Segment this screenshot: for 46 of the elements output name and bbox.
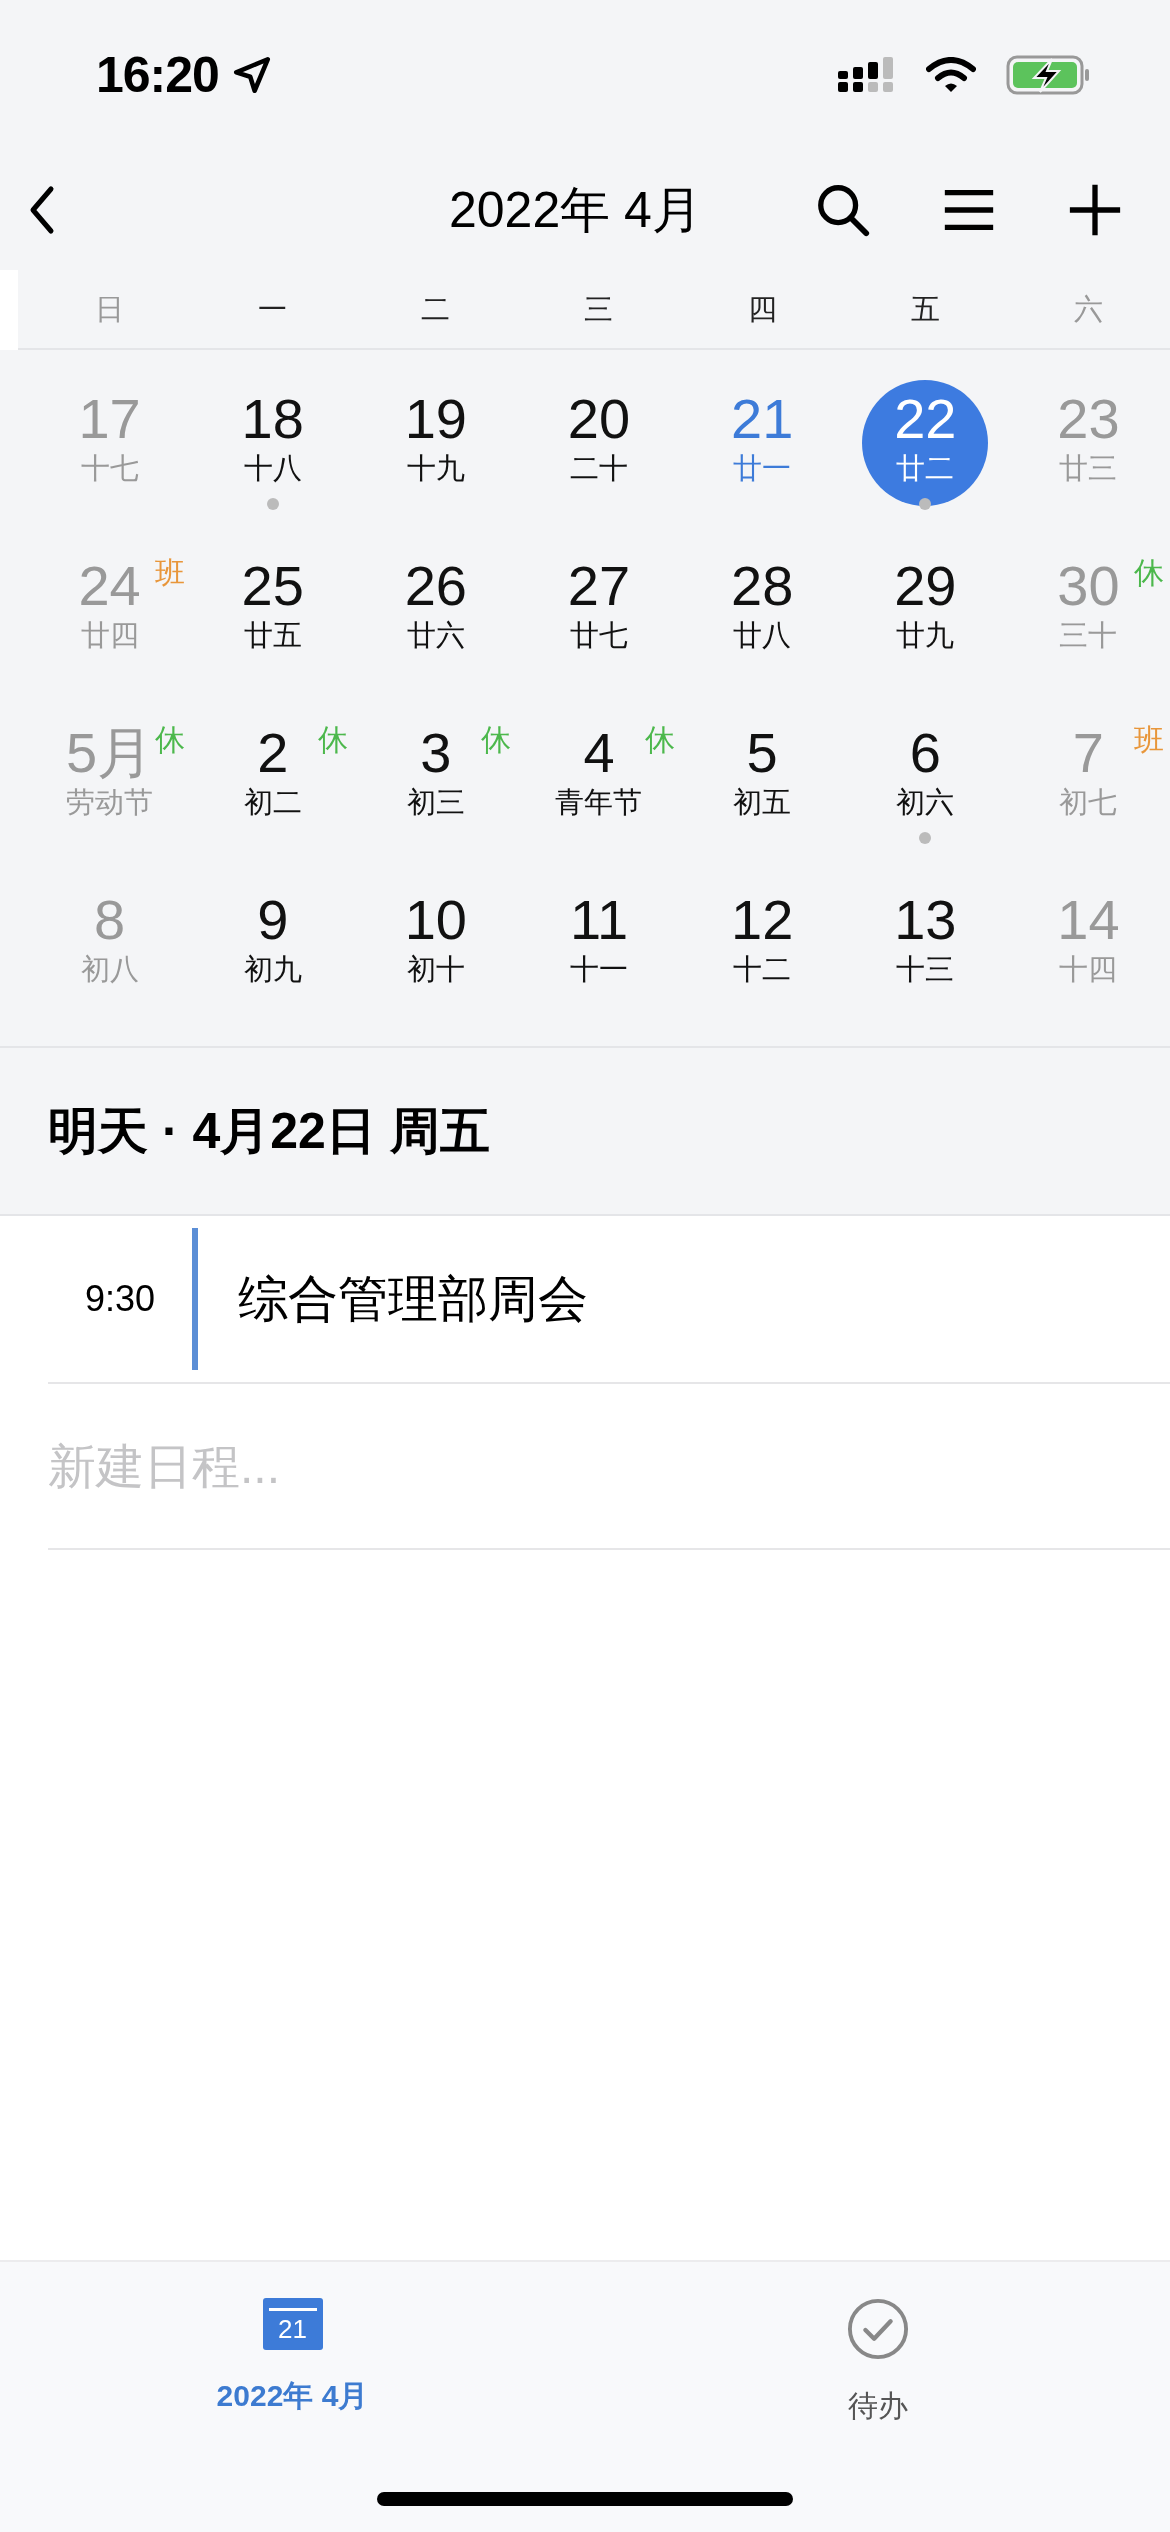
status-time: 16:20 [96, 46, 219, 104]
holiday-tag: 班 [155, 553, 186, 594]
holiday-tag: 休 [481, 720, 512, 761]
calendar-day[interactable]: 19 十九 [354, 358, 518, 525]
calendar-day[interactable]: 25 廿五 [191, 525, 355, 692]
calendar-day[interactable]: 2 初二 休 [191, 692, 355, 859]
calendar-day[interactable]: 18 十八 [191, 358, 355, 525]
holiday-tag: 班 [1134, 720, 1164, 761]
holiday-tag: 休 [644, 720, 675, 761]
calendar-day[interactable]: 4 青年节 休 [517, 692, 681, 859]
calendar-day[interactable]: 13 十三 [843, 859, 1007, 1026]
weekday-label: 四 [746, 292, 778, 327]
calendar-day[interactable]: 22 廿二 [843, 358, 1007, 525]
wifi-icon [926, 57, 976, 93]
holiday-tag: 休 [318, 720, 349, 761]
check-circle-icon [846, 2298, 909, 2360]
calendar-day[interactable]: 3 初三 休 [354, 692, 518, 859]
holiday-tag: 休 [155, 720, 186, 761]
month-title: 2022年 4月 [449, 180, 702, 240]
signal-icon [838, 57, 894, 93]
calendar-day[interactable]: 21 廿一 [680, 358, 844, 525]
calendar-day[interactable]: 26 廿六 [354, 525, 518, 692]
calendar-day[interactable]: 20 二十 [517, 358, 681, 525]
event-title: 综合管理部周会 [238, 1269, 588, 1329]
weekday-label: 六 [1072, 292, 1104, 327]
calendar-day[interactable]: 9 初九 [191, 859, 355, 1026]
weekday-label: 日 [94, 292, 126, 327]
date-heading: 明天 · 4月22日 周五 [48, 1101, 490, 1161]
tab[interactable]: 21 2022年 4月 [0, 2298, 585, 2417]
calendar-day[interactable]: 28 廿八 [680, 525, 844, 692]
weekday-label: 二 [420, 292, 452, 327]
weekday-label: 一 [257, 292, 289, 327]
holiday-tag: 休 [1134, 553, 1164, 594]
weekday-label: 五 [909, 292, 941, 327]
calendar-day[interactable]: 11 十一 [517, 859, 681, 1026]
calendar-day[interactable]: 10 初十 [354, 859, 518, 1026]
calendar-day[interactable]: 5 初五 [680, 692, 844, 859]
weekday-label: 三 [583, 292, 615, 327]
calendar-day[interactable]: 6 初六 [843, 692, 1007, 859]
battery-charging-icon [1006, 55, 1090, 95]
calendar-icon: 21 [262, 2298, 323, 2350]
event-time: 9:30 [83, 1278, 157, 1320]
calendar-day[interactable]: 27 廿七 [517, 525, 681, 692]
calendar-day[interactable]: 12 十二 [680, 859, 844, 1026]
tab[interactable]: 待办 [585, 2298, 1170, 2427]
calendar-day[interactable]: 29 廿九 [843, 525, 1007, 692]
